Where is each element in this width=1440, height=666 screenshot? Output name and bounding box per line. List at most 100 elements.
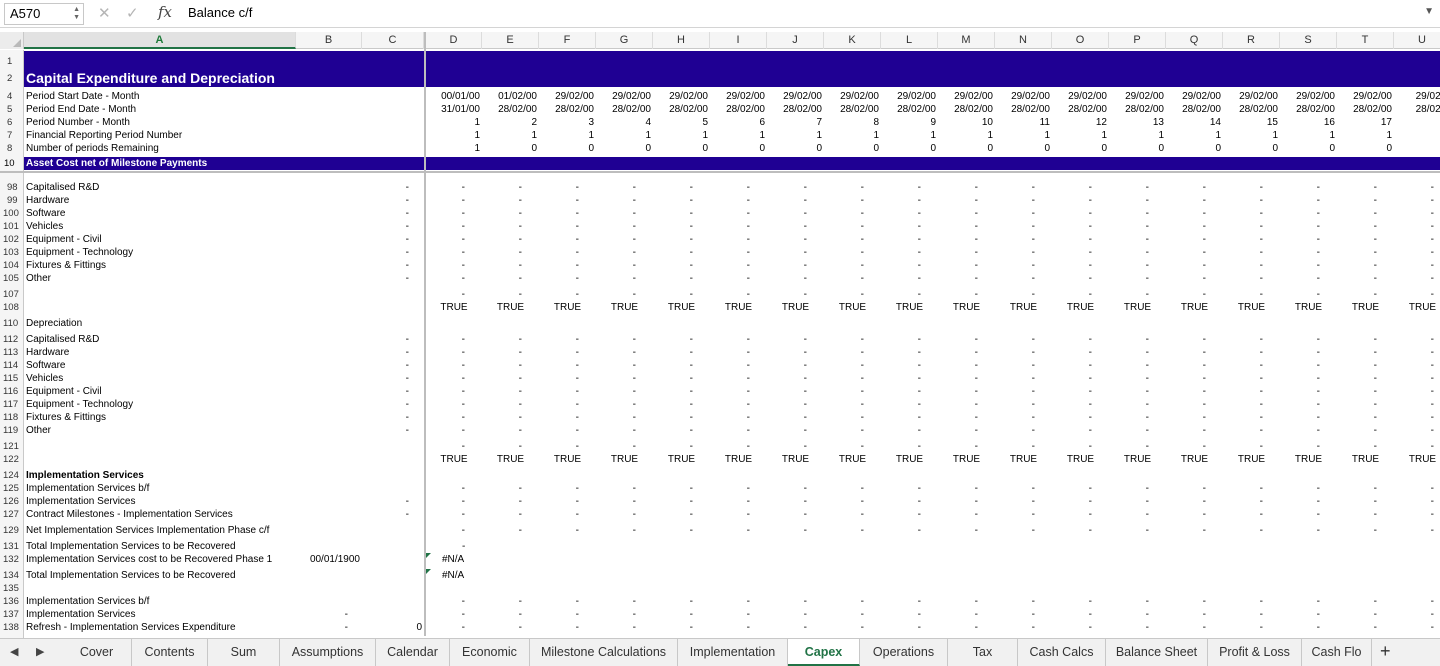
cell-D[interactable]: - — [462, 346, 465, 359]
cell-E[interactable]: - — [519, 272, 522, 285]
cell-D[interactable]: - — [462, 495, 465, 508]
cell-N[interactable]: - — [1032, 194, 1035, 207]
cell-S[interactable]: TRUE — [1280, 301, 1337, 314]
column-header-I[interactable]: I — [710, 32, 767, 49]
cell-T[interactable]: - — [1374, 194, 1377, 207]
row-number[interactable]: 1 — [0, 55, 24, 68]
cell-d[interactable]: #N/A — [442, 553, 464, 566]
cell-T[interactable]: - — [1374, 246, 1377, 259]
cell-J[interactable]: 0 — [816, 142, 822, 155]
row-number[interactable]: 135 — [0, 582, 24, 595]
cell-I[interactable]: 1 — [759, 129, 765, 142]
cell-T[interactable]: 0 — [1386, 142, 1392, 155]
sheet-tab-contents[interactable]: Contents — [132, 639, 208, 666]
cell-M[interactable]: - — [975, 272, 978, 285]
cell-T[interactable]: 28/02/00 — [1353, 103, 1392, 116]
cell-D[interactable]: - — [462, 233, 465, 246]
cell-R[interactable]: - — [1260, 346, 1263, 359]
cell-E[interactable]: - — [519, 440, 522, 453]
cell-K[interactable]: - — [861, 272, 864, 285]
cell-E[interactable]: 28/02/00 — [498, 103, 537, 116]
cell-F[interactable]: - — [576, 346, 579, 359]
cell-U[interactable]: - — [1431, 440, 1434, 453]
cell-c[interactable]: - — [406, 346, 409, 359]
sheet-tab-cash-flo[interactable]: Cash Flo — [1302, 639, 1372, 666]
cell-M[interactable]: - — [975, 220, 978, 233]
cell-T[interactable]: 17 — [1381, 116, 1392, 129]
cell-N[interactable]: 29/02/00 — [1011, 90, 1050, 103]
cell-Q[interactable]: - — [1203, 233, 1206, 246]
cell-I[interactable]: 0 — [759, 142, 765, 155]
cell-U[interactable]: TRUE — [1394, 301, 1440, 314]
cell-H[interactable]: - — [690, 621, 693, 634]
cell-P[interactable]: - — [1146, 288, 1149, 301]
cell-Q[interactable]: - — [1203, 372, 1206, 385]
cell-K[interactable]: - — [861, 259, 864, 272]
cell-H[interactable]: - — [690, 508, 693, 521]
cell-P[interactable]: - — [1146, 194, 1149, 207]
cell-G[interactable]: - — [633, 259, 636, 272]
cell-I[interactable]: - — [747, 181, 750, 194]
cell-M[interactable]: TRUE — [938, 301, 995, 314]
cell-P[interactable]: 1 — [1158, 129, 1164, 142]
cell-I[interactable]: - — [747, 495, 750, 508]
cell-K[interactable]: - — [861, 385, 864, 398]
cell-M[interactable]: - — [975, 424, 978, 437]
cell-H[interactable]: - — [690, 333, 693, 346]
cell-O[interactable]: - — [1089, 288, 1092, 301]
column-header-M[interactable]: M — [938, 32, 995, 49]
row-number[interactable]: 5 — [0, 103, 24, 116]
cell-P[interactable]: - — [1146, 233, 1149, 246]
cell-R[interactable]: - — [1260, 181, 1263, 194]
cell-S[interactable]: - — [1317, 524, 1320, 537]
row-label[interactable]: Software — [26, 207, 65, 220]
cell-U[interactable]: 28/02/0 — [1416, 103, 1440, 116]
cell-U[interactable]: - — [1431, 207, 1434, 220]
cell-K[interactable]: - — [861, 508, 864, 521]
cell-G[interactable]: - — [633, 272, 636, 285]
cell-J[interactable]: - — [804, 359, 807, 372]
cell-J[interactable]: - — [804, 608, 807, 621]
row-label[interactable]: Refresh - Implementation Services Expend… — [26, 621, 236, 634]
cell-K[interactable]: - — [861, 194, 864, 207]
cell-F[interactable]: - — [576, 398, 579, 411]
cell-F[interactable]: - — [576, 440, 579, 453]
cell-K[interactable]: 0 — [873, 142, 879, 155]
cell-L[interactable]: - — [918, 194, 921, 207]
cell-H[interactable]: - — [690, 259, 693, 272]
cell-L[interactable]: - — [918, 288, 921, 301]
cell-S[interactable]: - — [1317, 333, 1320, 346]
cell-Q[interactable]: - — [1203, 181, 1206, 194]
cell-G[interactable]: - — [633, 181, 636, 194]
cell-M[interactable]: - — [975, 246, 978, 259]
cell-R[interactable]: - — [1260, 246, 1263, 259]
cell-L[interactable]: - — [918, 385, 921, 398]
cell-I[interactable]: TRUE — [710, 301, 767, 314]
cell-T[interactable]: - — [1374, 424, 1377, 437]
cell-S[interactable]: 16 — [1324, 116, 1335, 129]
cell-c[interactable]: - — [406, 272, 409, 285]
cell-O[interactable]: - — [1089, 233, 1092, 246]
column-header-H[interactable]: H — [653, 32, 710, 49]
cell-F[interactable]: - — [576, 220, 579, 233]
cell-M[interactable]: - — [975, 333, 978, 346]
cell-S[interactable]: - — [1317, 508, 1320, 521]
cell-b[interactable]: 00/01/1900 — [310, 553, 360, 566]
select-all-button[interactable] — [0, 32, 24, 49]
cell-c[interactable]: - — [406, 259, 409, 272]
cell-H[interactable]: - — [690, 424, 693, 437]
cell-L[interactable]: - — [918, 524, 921, 537]
cell-U[interactable]: 29/02/0 — [1416, 90, 1440, 103]
error-indicator-icon[interactable] — [426, 569, 431, 574]
cell-c[interactable]: - — [406, 372, 409, 385]
cell-I[interactable]: 29/02/00 — [726, 90, 765, 103]
cell-F[interactable]: - — [576, 385, 579, 398]
cell-N[interactable]: - — [1032, 482, 1035, 495]
cell-U[interactable]: - — [1431, 495, 1434, 508]
cell-N[interactable]: 1 — [1044, 129, 1050, 142]
cell-R[interactable]: 0 — [1272, 142, 1278, 155]
cell-M[interactable]: - — [975, 372, 978, 385]
cell-c[interactable]: - — [406, 385, 409, 398]
cell-G[interactable]: - — [633, 608, 636, 621]
row-label[interactable]: Period End Date - Month — [26, 103, 136, 116]
